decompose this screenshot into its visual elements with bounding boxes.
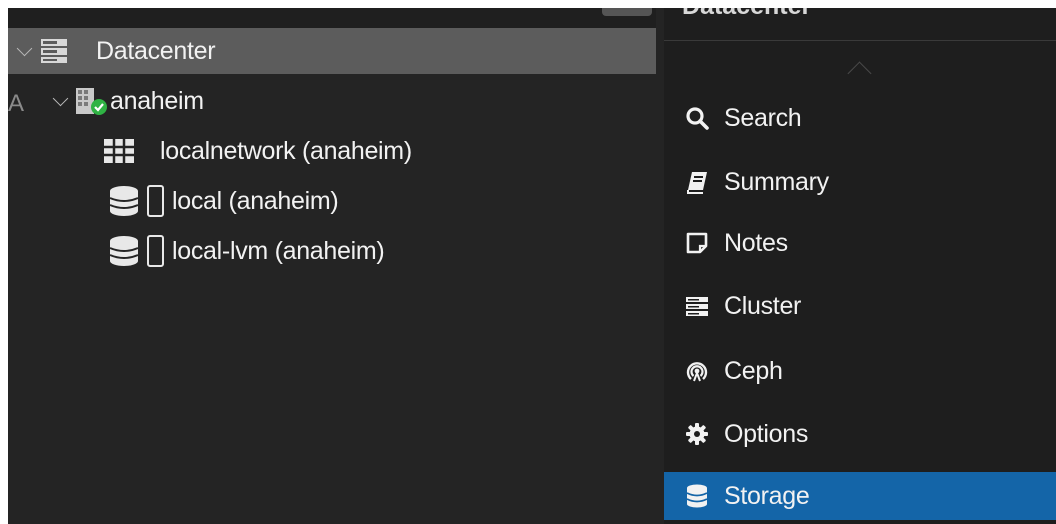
storage-icon: [108, 184, 170, 218]
nav-item-cluster[interactable]: Cluster: [664, 282, 1056, 330]
tree-item-storage-local[interactable]: local (anaheim): [8, 178, 339, 224]
server-stack-icon: [40, 38, 68, 64]
tree-item-sdn[interactable]: localnetwork (anaheim): [8, 128, 412, 174]
sdn-grid-icon: [104, 139, 134, 163]
storage-icon: [108, 234, 170, 268]
nav-item-notes[interactable]: Notes: [664, 219, 1056, 267]
tree-item-label: local (anaheim): [172, 186, 339, 215]
chevron-up-icon[interactable]: [848, 58, 870, 80]
tree-toolbar-strip: [8, 8, 656, 30]
nav-item-label: Ceph: [724, 356, 783, 385]
nav-header: Datacenter: [664, 8, 1056, 41]
server-icon: [684, 293, 710, 319]
tree-item-datacenter[interactable]: Datacenter: [8, 28, 656, 74]
nav-item-label: Search: [724, 103, 802, 132]
config-nav: Datacenter Search Sum: [664, 8, 1056, 524]
tree-item-label: anaheim: [110, 86, 204, 115]
database-icon: [684, 483, 710, 509]
tree-item-label: Datacenter: [96, 36, 216, 65]
notes-icon: [684, 230, 710, 256]
nav-item-search[interactable]: Search: [664, 94, 1056, 142]
resource-tree: Datacenter A anaheim localnetwork (anahe…: [8, 8, 656, 524]
tree-item-label: local-lvm (anaheim): [172, 236, 385, 265]
tree-item-node[interactable]: anaheim: [8, 78, 204, 124]
nav-item-ceph[interactable]: Ceph: [664, 347, 1056, 395]
nav-item-label: Options: [724, 419, 809, 448]
tree-toolbar-button[interactable]: [602, 8, 652, 16]
nav-header-title: Datacenter: [682, 8, 811, 21]
expander-icon[interactable]: [52, 91, 72, 111]
nav-item-label: Cluster: [724, 291, 802, 320]
node-online-icon: [74, 86, 108, 116]
expander-icon[interactable]: [16, 41, 36, 61]
app-frame: Datacenter A anaheim localnetwork (anahe…: [8, 8, 1056, 524]
nav-item-storage[interactable]: Storage: [664, 472, 1056, 520]
nav-item-label: Notes: [724, 228, 788, 257]
nav-item-summary[interactable]: Summary: [664, 158, 1056, 206]
gear-icon: [684, 421, 710, 447]
nav-item-options[interactable]: Options: [664, 410, 1056, 458]
tree-item-label: localnetwork (anaheim): [160, 136, 412, 165]
nav-item-label: Storage: [724, 481, 810, 510]
tree-item-storage-local-lvm[interactable]: local-lvm (anaheim): [8, 228, 385, 274]
ceph-icon: [684, 358, 710, 384]
nav-item-label: Summary: [724, 167, 829, 196]
book-icon: [684, 169, 710, 195]
search-icon: [684, 105, 710, 131]
